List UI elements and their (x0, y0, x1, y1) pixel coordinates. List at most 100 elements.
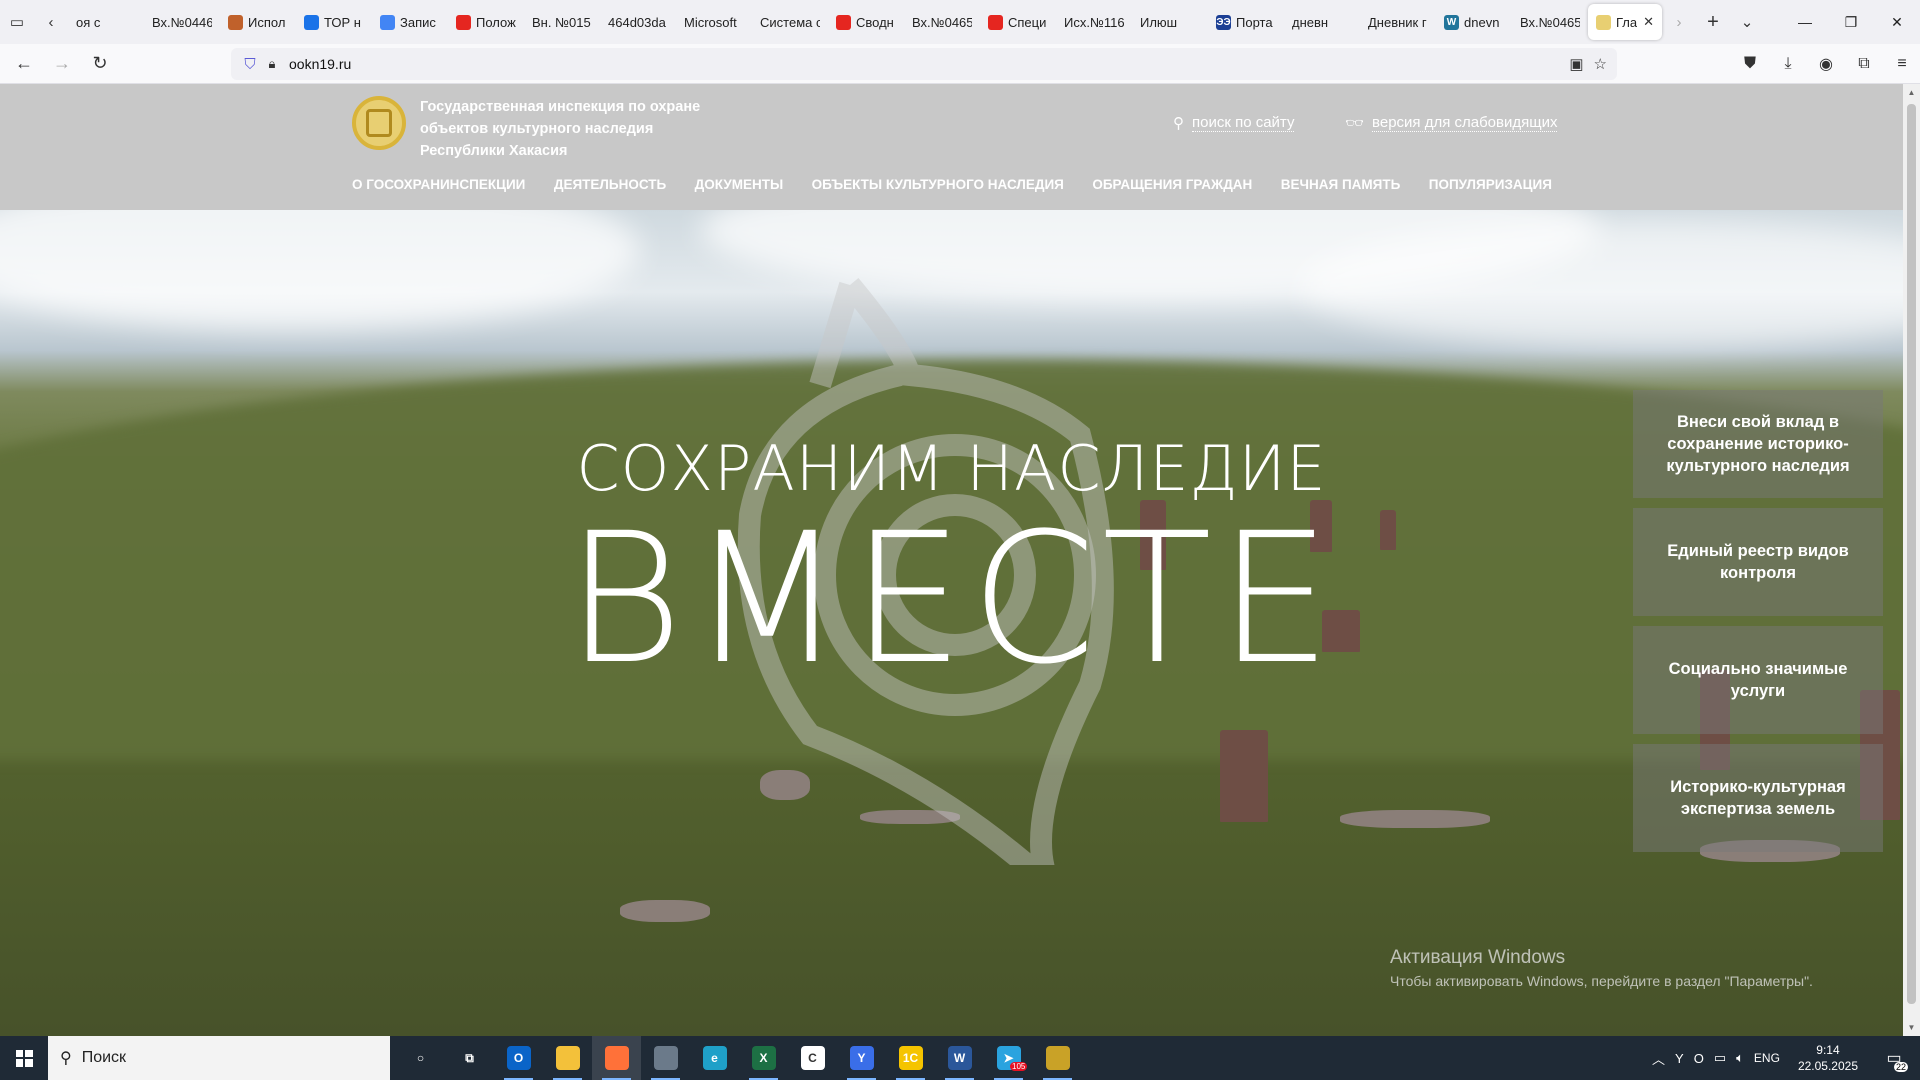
telegram-unread-badge: 105 (1010, 1062, 1028, 1071)
browser-glyph: C (800, 1046, 825, 1070)
browser-tab[interactable]: 464d03da (600, 4, 676, 40)
browser-tab[interactable]: Испол (220, 4, 296, 40)
bookmark-star-icon[interactable]: ☆ (1594, 55, 1607, 73)
word-icon[interactable]: W (935, 1036, 984, 1080)
volume-icon[interactable]: 🔈︎ (1736, 1050, 1744, 1066)
archive-icon[interactable] (1033, 1036, 1082, 1080)
file-explorer-icon[interactable] (543, 1036, 592, 1080)
network-icon[interactable]: ▭ (1714, 1050, 1726, 1066)
browser-tab[interactable]: Дневник г (1360, 4, 1436, 40)
quick-link-contribute[interactable]: Внеси свой вклад в сохранение историко-к… (1633, 390, 1883, 498)
menu-hamburger-icon[interactable]: ≡ (1884, 48, 1920, 80)
site-logo[interactable] (352, 96, 406, 150)
downloads-icon[interactable]: ⤓ (1770, 48, 1806, 80)
tracking-protection-shield-icon[interactable]: ⛉ (239, 56, 261, 73)
browser-tab[interactable]: Илюш (1132, 4, 1208, 40)
cortana-icon[interactable]: ○ (396, 1036, 445, 1080)
tab-overflow-chevron-icon[interactable]: ⌄ (1730, 5, 1764, 39)
tab-title: ТОР н (324, 14, 361, 30)
task-view-icon[interactable]: ⧉ (445, 1036, 494, 1080)
browser-tab[interactable]: Wdnevn (1436, 4, 1512, 40)
menu-item-eternal-memory[interactable]: Вечная память (1281, 177, 1401, 192)
account-icon[interactable]: ◉ (1808, 48, 1844, 80)
browser-tab[interactable]: оя с (68, 4, 144, 40)
scroll-tabs-right-icon[interactable]: › (1662, 5, 1696, 39)
new-tab-icon[interactable]: + (1696, 5, 1730, 39)
browser-tab[interactable]: Специ (980, 4, 1056, 40)
browser-tab[interactable]: ТОР н (296, 4, 372, 40)
yandex-browser-icon[interactable]: Y (837, 1036, 886, 1080)
browser-tab[interactable]: Вх.№0465 (904, 4, 980, 40)
reload-icon[interactable]: ↻ (82, 48, 118, 80)
telegram-icon[interactable]: ➤ 105 (984, 1036, 1033, 1080)
app-icon[interactable] (641, 1036, 690, 1080)
close-tab-icon[interactable]: ✕ (1643, 14, 1654, 30)
browser-tab[interactable]: ЭЭ Порта (1208, 4, 1284, 40)
browser-tab[interactable]: Исх.№116 (1056, 4, 1132, 40)
scroll-tabs-left-icon[interactable]: ‹ (34, 5, 68, 39)
start-button[interactable] (0, 1036, 48, 1080)
accessibility-version-link[interactable]: 👓︎ версия для слабовидящих (1345, 114, 1558, 132)
lock-icon[interactable]: 🔒︎ (261, 56, 283, 72)
scrollbar-thumb[interactable] (1907, 104, 1916, 1004)
browser-tab[interactable]: Вх.№0465 (1512, 4, 1588, 40)
forward-arrow-icon[interactable]: → (44, 48, 80, 80)
site-search-link[interactable]: ⚲ поиск по сайту (1173, 114, 1295, 132)
language-indicator[interactable]: ENG (1754, 1051, 1780, 1065)
1c-icon[interactable]: 1С (886, 1036, 935, 1080)
clock[interactable]: 9:14 22.05.2025 (1790, 1042, 1866, 1074)
menu-item-documents[interactable]: Документы (695, 177, 784, 192)
taskbar-search-box[interactable]: ⚲ Поиск (48, 1036, 390, 1080)
active-tab[interactable]: Гла ✕ (1588, 4, 1662, 40)
quick-link-land-expertise[interactable]: Историко-культурная экспертиза земель (1633, 744, 1883, 852)
notification-center-icon[interactable]: ▭ 22 (1876, 1036, 1912, 1080)
menu-item-heritage-objects[interactable]: Объекты культурного наследия (812, 177, 1064, 192)
outlook-tray-icon[interactable]: O (1694, 1051, 1704, 1066)
show-hidden-icons-chevron-icon[interactable]: ︿ (1652, 1049, 1665, 1068)
browser-tab[interactable]: Запис (372, 4, 448, 40)
tab-title: Запис (400, 14, 436, 30)
extensions-icon[interactable]: ⧉ (1846, 48, 1882, 80)
url-text[interactable]: ookn19.ru (289, 56, 351, 72)
address-bar[interactable]: ⛉ 🔒︎ ookn19.ru ▣ ☆ (231, 48, 1617, 80)
browser-tab[interactable]: Полож (448, 4, 524, 40)
menu-item-activity[interactable]: Деятельность (554, 177, 666, 192)
back-arrow-icon[interactable]: ← (6, 48, 42, 80)
scroll-down-icon[interactable]: ▼ (1903, 1019, 1920, 1036)
browser-tab[interactable]: Система с (752, 4, 828, 40)
page-scrollbar[interactable]: ▲ ▼ (1903, 84, 1920, 1036)
tab-title: Система с (760, 14, 820, 30)
excel-icon[interactable]: X (739, 1036, 788, 1080)
outlook-icon[interactable]: O (494, 1036, 543, 1080)
browser-tab[interactable]: Microsoft (676, 4, 752, 40)
tab-favicon-icon (836, 14, 851, 30)
yandex-tray-icon[interactable]: Y (1675, 1051, 1684, 1066)
browser-tab[interactable]: Сводн (828, 4, 904, 40)
restore-window-icon[interactable]: ❐ (1828, 0, 1874, 44)
scroll-up-icon[interactable]: ▲ (1903, 84, 1920, 101)
browser-tab[interactable]: Вх.№0446 (144, 4, 220, 40)
tab-list-icon[interactable]: ▭ (0, 5, 34, 39)
app-glyph (653, 1046, 678, 1070)
organization-name[interactable]: Государственная инспекция по охране объе… (420, 96, 740, 162)
menu-item-about[interactable]: О госохранинспекции (352, 177, 525, 192)
minimize-window-icon[interactable]: — (1782, 0, 1828, 44)
quick-link-control-registry[interactable]: Единый реестр видов контроля (1633, 508, 1883, 616)
close-window-icon[interactable]: ✕ (1874, 0, 1920, 44)
browser-tab[interactable]: Вн. №015 (524, 4, 600, 40)
cloud (0, 210, 640, 330)
edge-icon[interactable]: e (690, 1036, 739, 1080)
menu-item-popularization[interactable]: Популяризация (1429, 177, 1552, 192)
browser-icon[interactable]: C (788, 1036, 837, 1080)
tab-title: Microsoft (684, 14, 737, 30)
firefox-icon[interactable] (592, 1036, 641, 1080)
reader-view-icon[interactable]: ▣ (1569, 55, 1583, 73)
windows-activation-watermark: Активация Windows Чтобы активировать Win… (1390, 947, 1813, 989)
menu-item-citizen-appeals[interactable]: Обращения граждан (1092, 177, 1252, 192)
pocket-icon[interactable]: ⛊ (1732, 48, 1768, 80)
tab-title: Испол (248, 14, 286, 30)
browser-tab[interactable]: Gдневн (1284, 4, 1360, 40)
quick-link-social-services[interactable]: Социально значимые услуги (1633, 626, 1883, 734)
hero-heading-large: ВМЕСТЕ (565, 495, 1338, 704)
tab-favicon-icon (228, 14, 243, 30)
